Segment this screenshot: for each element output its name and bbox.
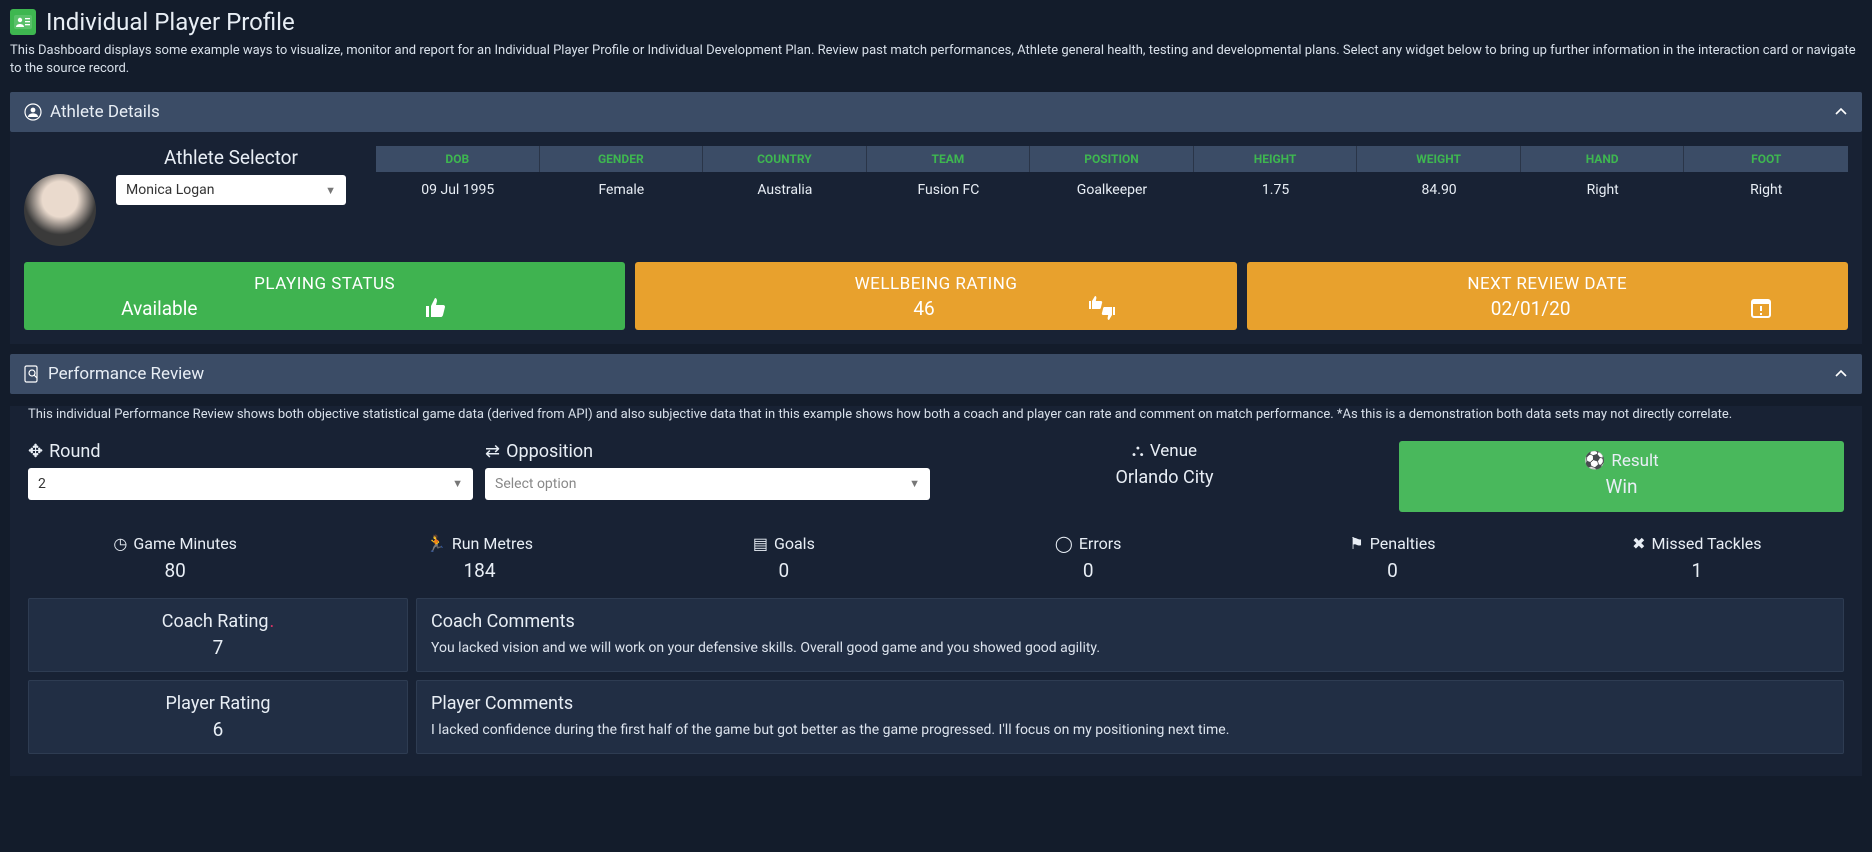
coach-comments-value: You lacked vision and we will work on yo… [431, 640, 1829, 656]
chevron-down-icon: ▼ [909, 477, 920, 490]
game-minutes-value: 80 [28, 559, 322, 582]
col-gender: GENDER [540, 146, 704, 172]
stadium-icon: ⛬ [1132, 441, 1144, 461]
player-rating-card[interactable]: Player Rating 6 [28, 680, 408, 754]
val-position: Goalkeeper [1030, 172, 1194, 208]
col-country: COUNTRY [703, 146, 867, 172]
coach-comments-card[interactable]: Coach Comments You lacked vision and we … [416, 598, 1844, 672]
val-team: Fusion FC [867, 172, 1031, 208]
chevron-down-icon: ▼ [325, 184, 336, 197]
next-review-card[interactable]: NEXT REVIEW DATE 02/01/20 . [1247, 262, 1848, 330]
coach-rating-label: Coach Rating [43, 611, 393, 632]
avatar [24, 174, 96, 246]
round-select[interactable]: 2 ▼ [28, 468, 473, 500]
missed-tackles-label: Missed Tackles [1652, 534, 1762, 553]
performance-review-header[interactable]: Performance Review [10, 354, 1862, 394]
playing-status-card[interactable]: PLAYING STATUS Available . [24, 262, 625, 330]
opposition-placeholder: Select option [495, 476, 577, 492]
result-value: Win [1409, 475, 1834, 498]
col-weight: WEIGHT [1357, 146, 1521, 172]
soccer-ball-icon: ⚽ [1584, 451, 1605, 471]
wellbeing-card[interactable]: WELLBEING RATING 46 . [635, 262, 1236, 330]
playing-status-value: Available [121, 297, 197, 320]
player-comments-label: Player Comments [431, 693, 1829, 714]
col-foot: FOOT [1684, 146, 1848, 172]
chevron-up-icon[interactable] [1834, 105, 1848, 119]
coach-comments-label: Coach Comments [431, 611, 1829, 632]
athlete-details-title: Athlete Details [50, 102, 160, 122]
athlete-selector-label: Athlete Selector [116, 146, 346, 169]
performance-review-title: Performance Review [48, 364, 204, 384]
goals-label: Goals [774, 534, 815, 553]
player-comments-card[interactable]: Player Comments I lacked confidence duri… [416, 680, 1844, 754]
opposition-label: Opposition [506, 441, 593, 462]
athlete-selector[interactable]: Monica Logan ▼ [116, 175, 346, 205]
calendar-alert-icon [1749, 296, 1773, 320]
thumbs-up-down-icon [1087, 295, 1117, 321]
coach-rating-value: 7 [43, 636, 393, 659]
scoreboard-icon: ▤ [753, 534, 768, 553]
page-description: This Dashboard displays some example way… [10, 42, 1862, 78]
col-hand: HAND [1521, 146, 1685, 172]
player-rating-label: Player Rating [43, 693, 393, 714]
run-metres-label: Run Metres [452, 534, 533, 553]
col-dob: DOB [376, 146, 540, 172]
game-minutes-label: Game Minutes [133, 534, 237, 553]
val-weight: 84.90 [1357, 172, 1521, 208]
page-title: Individual Player Profile [46, 8, 295, 36]
wellbeing-value: 46 [913, 297, 934, 320]
penalties-label: Penalties [1370, 534, 1436, 553]
thumbs-up-icon [423, 296, 449, 320]
round-value: 2 [38, 476, 46, 492]
opposition-select[interactable]: Select option ▼ [485, 468, 930, 500]
result-label: Result [1611, 451, 1658, 471]
person-icon [24, 103, 42, 121]
swap-icon: ⇄ [485, 441, 500, 462]
whistle-icon: ⚑ [1349, 534, 1363, 553]
venue-value: Orlando City [942, 467, 1387, 488]
performance-description: This individual Performance Review shows… [28, 406, 1844, 424]
result-card[interactable]: ⚽ Result Win [1399, 441, 1844, 512]
val-gender: Female [540, 172, 704, 208]
round-label: Round [49, 441, 100, 462]
next-review-value: 02/01/20 [1491, 297, 1571, 320]
coach-rating-card[interactable]: Coach Rating 7 [28, 598, 408, 672]
missed-tackles-value: 1 [1550, 559, 1844, 582]
col-team: TEAM [867, 146, 1031, 172]
playing-status-title: PLAYING STATUS [42, 274, 607, 294]
next-review-title: NEXT REVIEW DATE [1265, 274, 1830, 294]
wellbeing-title: WELLBEING RATING [653, 274, 1218, 294]
error-icon: ◯ [1055, 534, 1073, 553]
search-page-icon [24, 365, 40, 383]
tackle-icon: ✖ [1632, 534, 1645, 553]
errors-value: 0 [941, 559, 1235, 582]
venue-label: Venue [1150, 441, 1197, 461]
col-height: HEIGHT [1194, 146, 1358, 172]
player-rating-value: 6 [43, 718, 393, 741]
profile-card-icon [10, 9, 36, 35]
clock-icon: ◷ [113, 534, 127, 553]
player-comments-value: I lacked confidence during the first hal… [431, 722, 1829, 738]
col-position: POSITION [1030, 146, 1194, 172]
running-icon: 🏃 [426, 534, 446, 553]
athlete-selector-value: Monica Logan [126, 182, 215, 198]
chevron-down-icon: ▼ [452, 477, 463, 490]
val-country: Australia [703, 172, 867, 208]
errors-label: Errors [1079, 534, 1122, 553]
val-hand: Right [1521, 172, 1685, 208]
val-height: 1.75 [1194, 172, 1358, 208]
controller-icon: ✥ [28, 441, 43, 462]
goals-value: 0 [637, 559, 931, 582]
penalties-value: 0 [1245, 559, 1539, 582]
val-dob: 09 Jul 1995 [376, 172, 540, 208]
val-foot: Right [1684, 172, 1848, 208]
athlete-details-header[interactable]: Athlete Details [10, 92, 1862, 132]
chevron-up-icon[interactable] [1834, 367, 1848, 381]
run-metres-value: 184 [332, 559, 626, 582]
